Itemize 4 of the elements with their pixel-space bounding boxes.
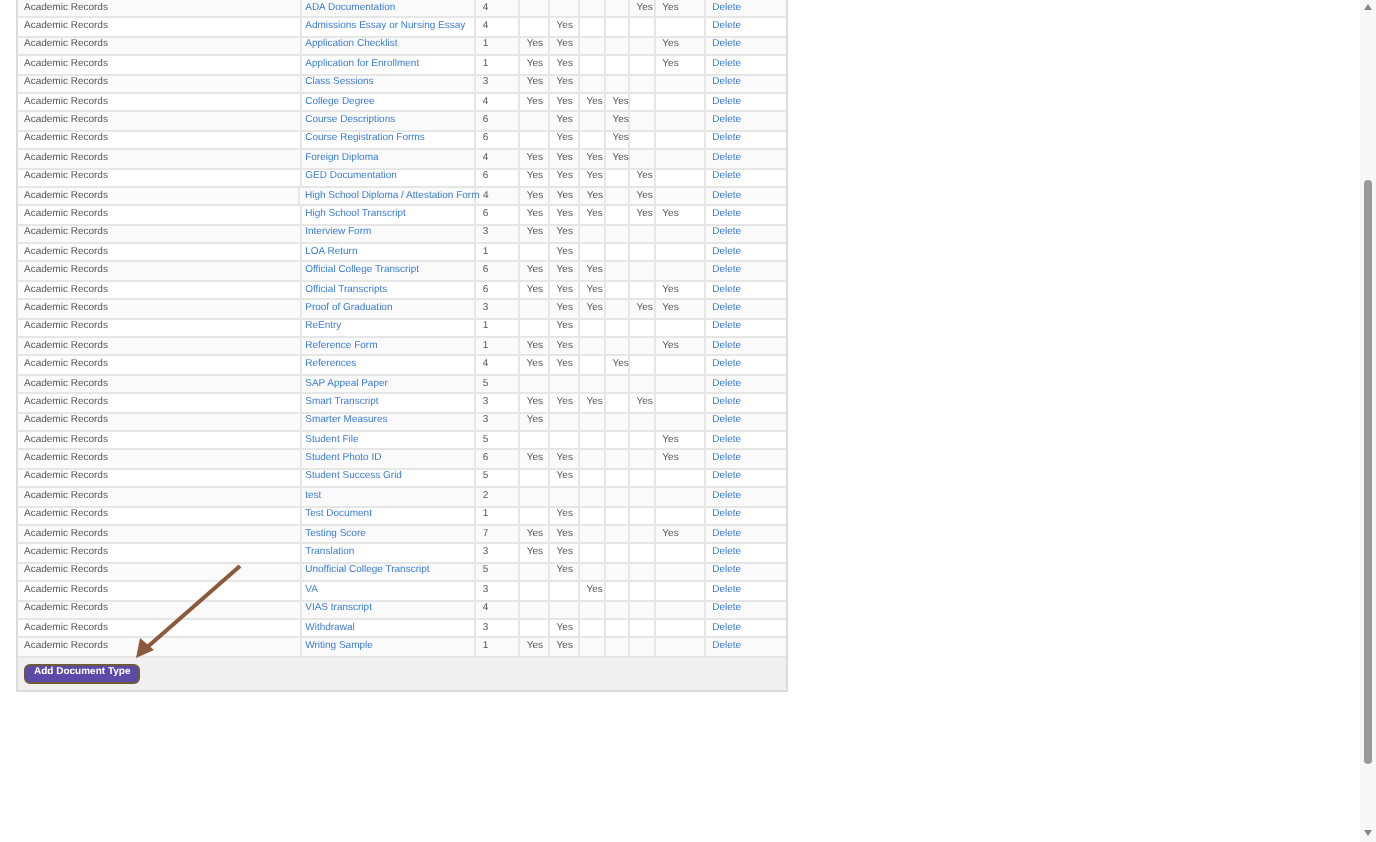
scroll-up-icon[interactable]: [1364, 4, 1372, 10]
scroll-down-icon[interactable]: [1364, 830, 1372, 836]
scrollbar-thumb[interactable]: [1364, 180, 1372, 764]
scrollbar[interactable]: [1360, 0, 1376, 842]
